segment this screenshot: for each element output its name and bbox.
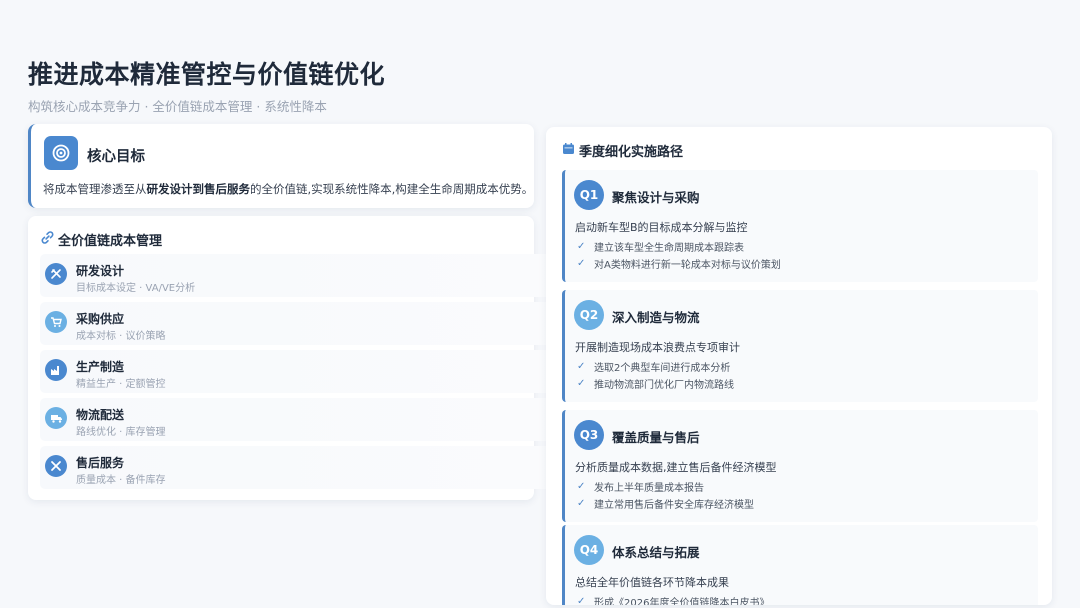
task-item: ✓ 发布上半年质量成本报告 xyxy=(577,481,704,494)
quarter-tasks: ✓ 形成《2026年度全价值链降本白皮书》 xyxy=(577,593,769,605)
quarter-tasks: ✓ 选取2个典型车间进行成本分析 ✓ 推动物流部门优化厂内物流路线 xyxy=(577,358,734,392)
page-title: 推进成本精准管控与价值链优化 xyxy=(28,60,386,89)
chain-item-logistics: 物流配送 路线优化 · 库存管理 xyxy=(40,398,552,441)
value-chain-list: 研发设计 目标成本设定 · VA/VE分析 采购供应 成本对标 · 议价策略 生… xyxy=(40,254,552,494)
quarter-badge: Q1 xyxy=(574,180,604,210)
check-icon: ✓ xyxy=(577,241,586,252)
chain-item-sub: 路线优化 · 库存管理 xyxy=(76,427,166,438)
quarterly-roadmap-card: 季度细化实施路径 Q1 聚焦设计与采购 启动新车型B的目标成本分解与监控 ✓ 建立… xyxy=(546,127,1052,605)
target-icon xyxy=(44,136,78,170)
core-goal-title: 核心目标 xyxy=(87,149,145,165)
chain-item-name: 售后服务 xyxy=(76,456,125,470)
roadmap-header: 季度细化实施路径 xyxy=(562,141,683,160)
value-chain-card: 全价值链成本管理 研发设计 目标成本设定 · VA/VE分析 采购供应 成本对标… xyxy=(28,216,552,500)
core-goal-card: 核心目标 将成本管理渗透至从研发设计到售后服务的全价值链,实现系统性降本,构建全… xyxy=(28,124,534,208)
task-item: ✓ 对A类物料进行新一轮成本对标与议价策划 xyxy=(577,258,781,271)
core-goal-description: 将成本管理渗透至从研发设计到售后服务的全价值链,实现系统性降本,构建全生命周期成… xyxy=(43,182,534,196)
slide-page: 推进成本精准管控与价值链优化 构筑核心成本竞争力 · 全价值链成本管理 · 系统… xyxy=(0,0,1080,608)
quarter-title: 聚焦设计与采购 xyxy=(612,190,700,205)
design-tools-icon xyxy=(45,263,67,285)
cart-icon xyxy=(45,311,67,333)
value-chain-header: 全价值链成本管理 xyxy=(40,230,162,249)
chain-item-name: 研发设计 xyxy=(76,264,125,278)
calendar-icon xyxy=(562,142,575,159)
task-item: ✓ 推动物流部门优化厂内物流路线 xyxy=(577,378,734,391)
chain-item-name: 生产制造 xyxy=(76,360,125,374)
quarter-description: 启动新车型B的目标成本分解与监控 xyxy=(575,221,748,234)
quarter-badge: Q2 xyxy=(574,300,604,330)
quarter-tasks: ✓ 建立该车型全生命周期成本跟踪表 ✓ 对A类物料进行新一轮成本对标与议价策划 xyxy=(577,238,781,272)
quarter-badge: Q3 xyxy=(574,420,604,450)
chain-item-rnd: 研发设计 目标成本设定 · VA/VE分析 xyxy=(40,254,552,297)
roadmap-title: 季度细化实施路径 xyxy=(579,145,684,160)
task-item: ✓ 建立该车型全生命周期成本跟踪表 xyxy=(577,241,744,254)
check-icon: ✓ xyxy=(577,498,586,509)
wrench-icon xyxy=(45,455,67,477)
quarter-badge: Q4 xyxy=(574,535,604,565)
check-icon: ✓ xyxy=(577,596,586,605)
quarter-q1: Q1 聚焦设计与采购 启动新车型B的目标成本分解与监控 ✓ 建立该车型全生命周期成… xyxy=(562,170,1038,282)
chain-item-sub: 质量成本 · 备件库存 xyxy=(76,475,166,486)
chain-item-name: 物流配送 xyxy=(76,408,125,422)
chain-item-sub: 成本对标 · 议价策略 xyxy=(76,331,166,342)
quarter-description: 开展制造现场成本浪费点专项审计 xyxy=(575,341,740,354)
check-icon: ✓ xyxy=(577,258,586,269)
chain-item-procurement: 采购供应 成本对标 · 议价策略 xyxy=(40,302,552,345)
chain-item-sub: 精益生产 · 定额管控 xyxy=(76,379,166,390)
quarter-description: 分析质量成本数据,建立售后备件经济模型 xyxy=(575,461,777,474)
task-item: ✓ 形成《2026年度全价值链降本白皮书》 xyxy=(577,596,770,605)
page-subtitle: 构筑核心成本竞争力 · 全价值链成本管理 · 系统性降本 xyxy=(28,99,327,114)
check-icon: ✓ xyxy=(577,378,586,389)
task-item: ✓ 选取2个典型车间进行成本分析 xyxy=(577,361,731,374)
chain-item-aftersales: 售后服务 质量成本 · 备件库存 xyxy=(40,446,552,489)
chain-item-name: 采购供应 xyxy=(76,312,125,326)
quarter-title: 深入制造与物流 xyxy=(612,310,700,325)
chain-item-manufacturing: 生产制造 精益生产 · 定额管控 xyxy=(40,350,552,393)
quarter-q3: Q3 覆盖质量与售后 分析质量成本数据,建立售后备件经济模型 ✓ 发布上半年质量成… xyxy=(562,410,1038,522)
quarter-tasks: ✓ 发布上半年质量成本报告 ✓ 建立常用售后备件安全库存经济模型 xyxy=(577,478,754,512)
factory-icon xyxy=(45,359,67,381)
quarter-q2: Q2 深入制造与物流 开展制造现场成本浪费点专项审计 ✓ 选取2个典型车间进行成本… xyxy=(562,290,1038,402)
quarter-title: 体系总结与拓展 xyxy=(612,545,700,560)
quarter-title: 覆盖质量与售后 xyxy=(612,430,700,445)
task-item: ✓ 建立常用售后备件安全库存经济模型 xyxy=(577,498,754,511)
truck-icon xyxy=(45,407,67,429)
check-icon: ✓ xyxy=(577,361,586,372)
quarter-q4: Q4 体系总结与拓展 总结全年价值链各环节降本成果 ✓ 形成《2026年度全价值链… xyxy=(562,525,1038,605)
chain-item-sub: 目标成本设定 · VA/VE分析 xyxy=(76,283,196,294)
check-icon: ✓ xyxy=(577,481,586,492)
value-chain-title: 全价值链成本管理 xyxy=(58,234,163,249)
quarter-description: 总结全年价值链各环节降本成果 xyxy=(575,576,729,589)
link-icon xyxy=(40,230,55,249)
